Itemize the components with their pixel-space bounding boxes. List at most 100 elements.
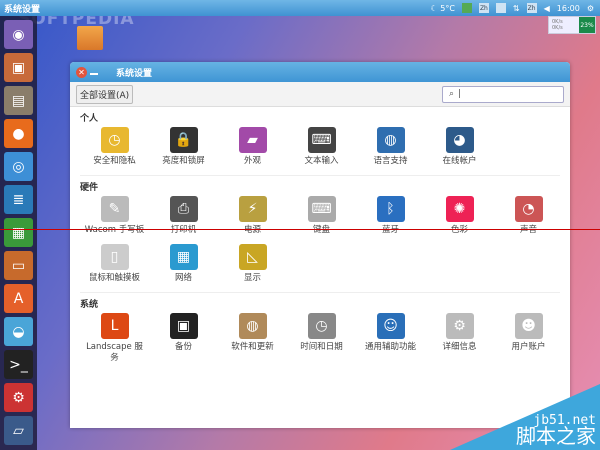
settings-item[interactable]: ◍ 语言支持: [356, 125, 425, 167]
desktop-folder-icon[interactable]: [77, 26, 103, 50]
software-installer-icon: ▣: [11, 59, 26, 76]
settings-item-label: 时间和日期: [300, 342, 343, 352]
software-center-icon: A: [13, 290, 24, 307]
settings-item[interactable]: 🔒 亮度和锁屏: [149, 125, 218, 167]
top-panel: 系统设置 ☾ 5°C Zh ⇅ Zh ◀ 16:00 ⚙: [0, 0, 600, 16]
firefox-icon: ●: [12, 125, 25, 142]
settings-item-label: 软件和更新: [231, 342, 274, 352]
settings-item-label: 电源: [243, 225, 261, 235]
settings-item-label: 备份: [174, 342, 192, 352]
active-app-title: 系统设置: [4, 4, 41, 15]
settings-item-label: 安全和隐私: [93, 156, 136, 166]
minimize-button[interactable]: [90, 73, 98, 75]
launcher-libreoffice-calc[interactable]: ▦: [4, 218, 33, 247]
settings-item[interactable]: ◍ 软件和更新: [218, 311, 287, 364]
settings-item-label: 语言支持: [373, 156, 408, 166]
section-grid: ✎ Wacom 手写板 ⎙ 打印机 ⚡ 电源 ⌨ 键盘 ᛒ 蓝牙 ✺ 色彩 ◔ 声音 ▯ 鼠标和触摸板 ▦ 网络 ◺…: [80, 194, 560, 284]
launcher-system-monitor[interactable]: ◒: [4, 317, 33, 346]
settings-item-icon: ✺: [445, 196, 474, 222]
settings-item-icon: ▣: [169, 313, 198, 339]
settings-item-label: 声音: [519, 225, 537, 235]
search-input[interactable]: ⌕ |: [442, 85, 564, 103]
window-title: 系统设置: [116, 68, 153, 79]
settings-content: 个人 ◷ 安全和隐私 🔒 亮度和锁屏 ▰ 外观 ⌨ 文本输入 ◍ 语言支持 ◕ 在线帐户 硬件 ✎ Wacom…: [70, 107, 570, 366]
launcher-system-settings[interactable]: ⚙: [4, 383, 33, 412]
settings-item-icon: ◷: [307, 313, 336, 339]
launcher-software-center[interactable]: A: [4, 284, 33, 313]
settings-item-label: 亮度和锁屏: [162, 156, 205, 166]
libreoffice-impress-icon: ▭: [11, 257, 26, 274]
launcher-firefox[interactable]: ●: [4, 119, 33, 148]
settings-item[interactable]: ◕ 在线帐户: [425, 125, 494, 167]
calendar-icon[interactable]: [495, 3, 506, 13]
system-settings-window: ✕ 系统设置 全部设置(A) ⌕ | 个人 ◷ 安全和隐私 🔒 亮度和锁屏 ▰ 外观 ⌨ 文本输入…: [70, 62, 570, 428]
keyboard-layout-indicator[interactable]: Zh: [526, 3, 537, 13]
settings-item-label: 蓝牙: [381, 225, 399, 235]
weather-indicator[interactable]: ☾ 5°C: [431, 4, 455, 13]
settings-item-label: 网络: [174, 273, 192, 283]
launcher-software-installer[interactable]: ▣: [4, 53, 33, 82]
settings-item[interactable]: ◷ 时间和日期: [287, 311, 356, 364]
launcher-libreoffice-writer[interactable]: ≣: [4, 185, 33, 214]
settings-item-label: 文本输入: [304, 156, 339, 166]
settings-item[interactable]: ☻ 用户账户: [494, 311, 563, 364]
volume-icon[interactable]: ◀: [544, 4, 550, 13]
section-title: 硬件: [80, 183, 99, 193]
launcher: ◉ ▣ ▤ ● ◎ ≣ ▦ ▭ A ◒ >_ ⚙ ▱: [0, 16, 37, 450]
settings-item-icon: 🔒: [169, 127, 198, 153]
settings-item[interactable]: ▯ 鼠标和触摸板: [80, 242, 149, 284]
settings-item-icon: ☻: [514, 313, 543, 339]
section-divider: [80, 175, 560, 176]
watermark-name: 脚本之家: [516, 424, 596, 448]
gear-icon[interactable]: ⚙: [587, 4, 594, 13]
network-icon[interactable]: ⇅: [513, 4, 520, 13]
chromium-icon: ◎: [12, 158, 25, 175]
settings-item[interactable]: L Landscape 服务: [80, 311, 149, 364]
system-monitor-icon: ◒: [12, 323, 25, 340]
settings-item[interactable]: ▦ 网络: [149, 242, 218, 284]
network-monitor-icon[interactable]: [461, 3, 472, 13]
settings-item-label: 用户账户: [511, 342, 546, 352]
section-divider: [80, 292, 560, 293]
ime-indicator[interactable]: Zh: [478, 3, 489, 13]
settings-item-label: 通用辅助功能: [364, 342, 416, 352]
settings-item-icon: ▦: [169, 244, 198, 270]
settings-item[interactable]: ▣ 备份: [149, 311, 218, 364]
launcher-libreoffice-impress[interactable]: ▭: [4, 251, 33, 280]
settings-item-label: 键盘: [312, 225, 330, 235]
settings-item-icon: ◔: [514, 196, 543, 222]
launcher-chromium[interactable]: ◎: [4, 152, 33, 181]
all-settings-button[interactable]: 全部设置(A): [76, 84, 134, 104]
settings-item[interactable]: ▰ 外观: [218, 125, 287, 167]
settings-item-label: Landscape 服务: [86, 342, 143, 363]
settings-item-label: Wacom 手写板: [84, 225, 145, 235]
settings-item[interactable]: ◷ 安全和隐私: [80, 125, 149, 167]
settings-item-icon: ▯: [100, 244, 129, 270]
terminal-icon: >_: [9, 356, 28, 373]
settings-item[interactable]: ◺ 显示: [218, 242, 287, 284]
settings-item-icon: ◍: [238, 313, 267, 339]
system-settings-icon: ⚙: [12, 389, 25, 406]
settings-item[interactable]: ☺ 通用辅助功能: [356, 311, 425, 364]
settings-item-label: 显示: [243, 273, 261, 283]
title-bar[interactable]: ✕ 系统设置: [70, 62, 570, 82]
launcher-ubuntu-dash[interactable]: ◉: [4, 20, 33, 49]
cpu-usage: 23%: [579, 17, 595, 33]
launcher-workspaces[interactable]: ▱: [4, 416, 33, 445]
files-icon: ▤: [11, 92, 26, 109]
settings-item-label: 详细信息: [442, 342, 477, 352]
settings-item-icon: ☺: [376, 313, 405, 339]
settings-item[interactable]: ⚙ 详细信息: [425, 311, 494, 364]
launcher-files[interactable]: ▤: [4, 86, 33, 115]
red-guide-line: [0, 229, 600, 230]
launcher-terminal[interactable]: >_: [4, 350, 33, 379]
system-tray: ☾ 5°C Zh ⇅ Zh ◀ 16:00 ⚙: [431, 3, 600, 13]
settings-item[interactable]: ⌨ 文本输入: [287, 125, 356, 167]
workspaces-icon: ▱: [13, 422, 24, 439]
text-cursor: |: [458, 89, 462, 99]
download-rate: 0K/s: [552, 25, 563, 31]
clock[interactable]: 16:00: [557, 4, 580, 13]
settings-item-icon: ᛒ: [376, 196, 405, 222]
settings-item-icon: ◍: [376, 127, 405, 153]
close-button[interactable]: ✕: [76, 66, 87, 78]
